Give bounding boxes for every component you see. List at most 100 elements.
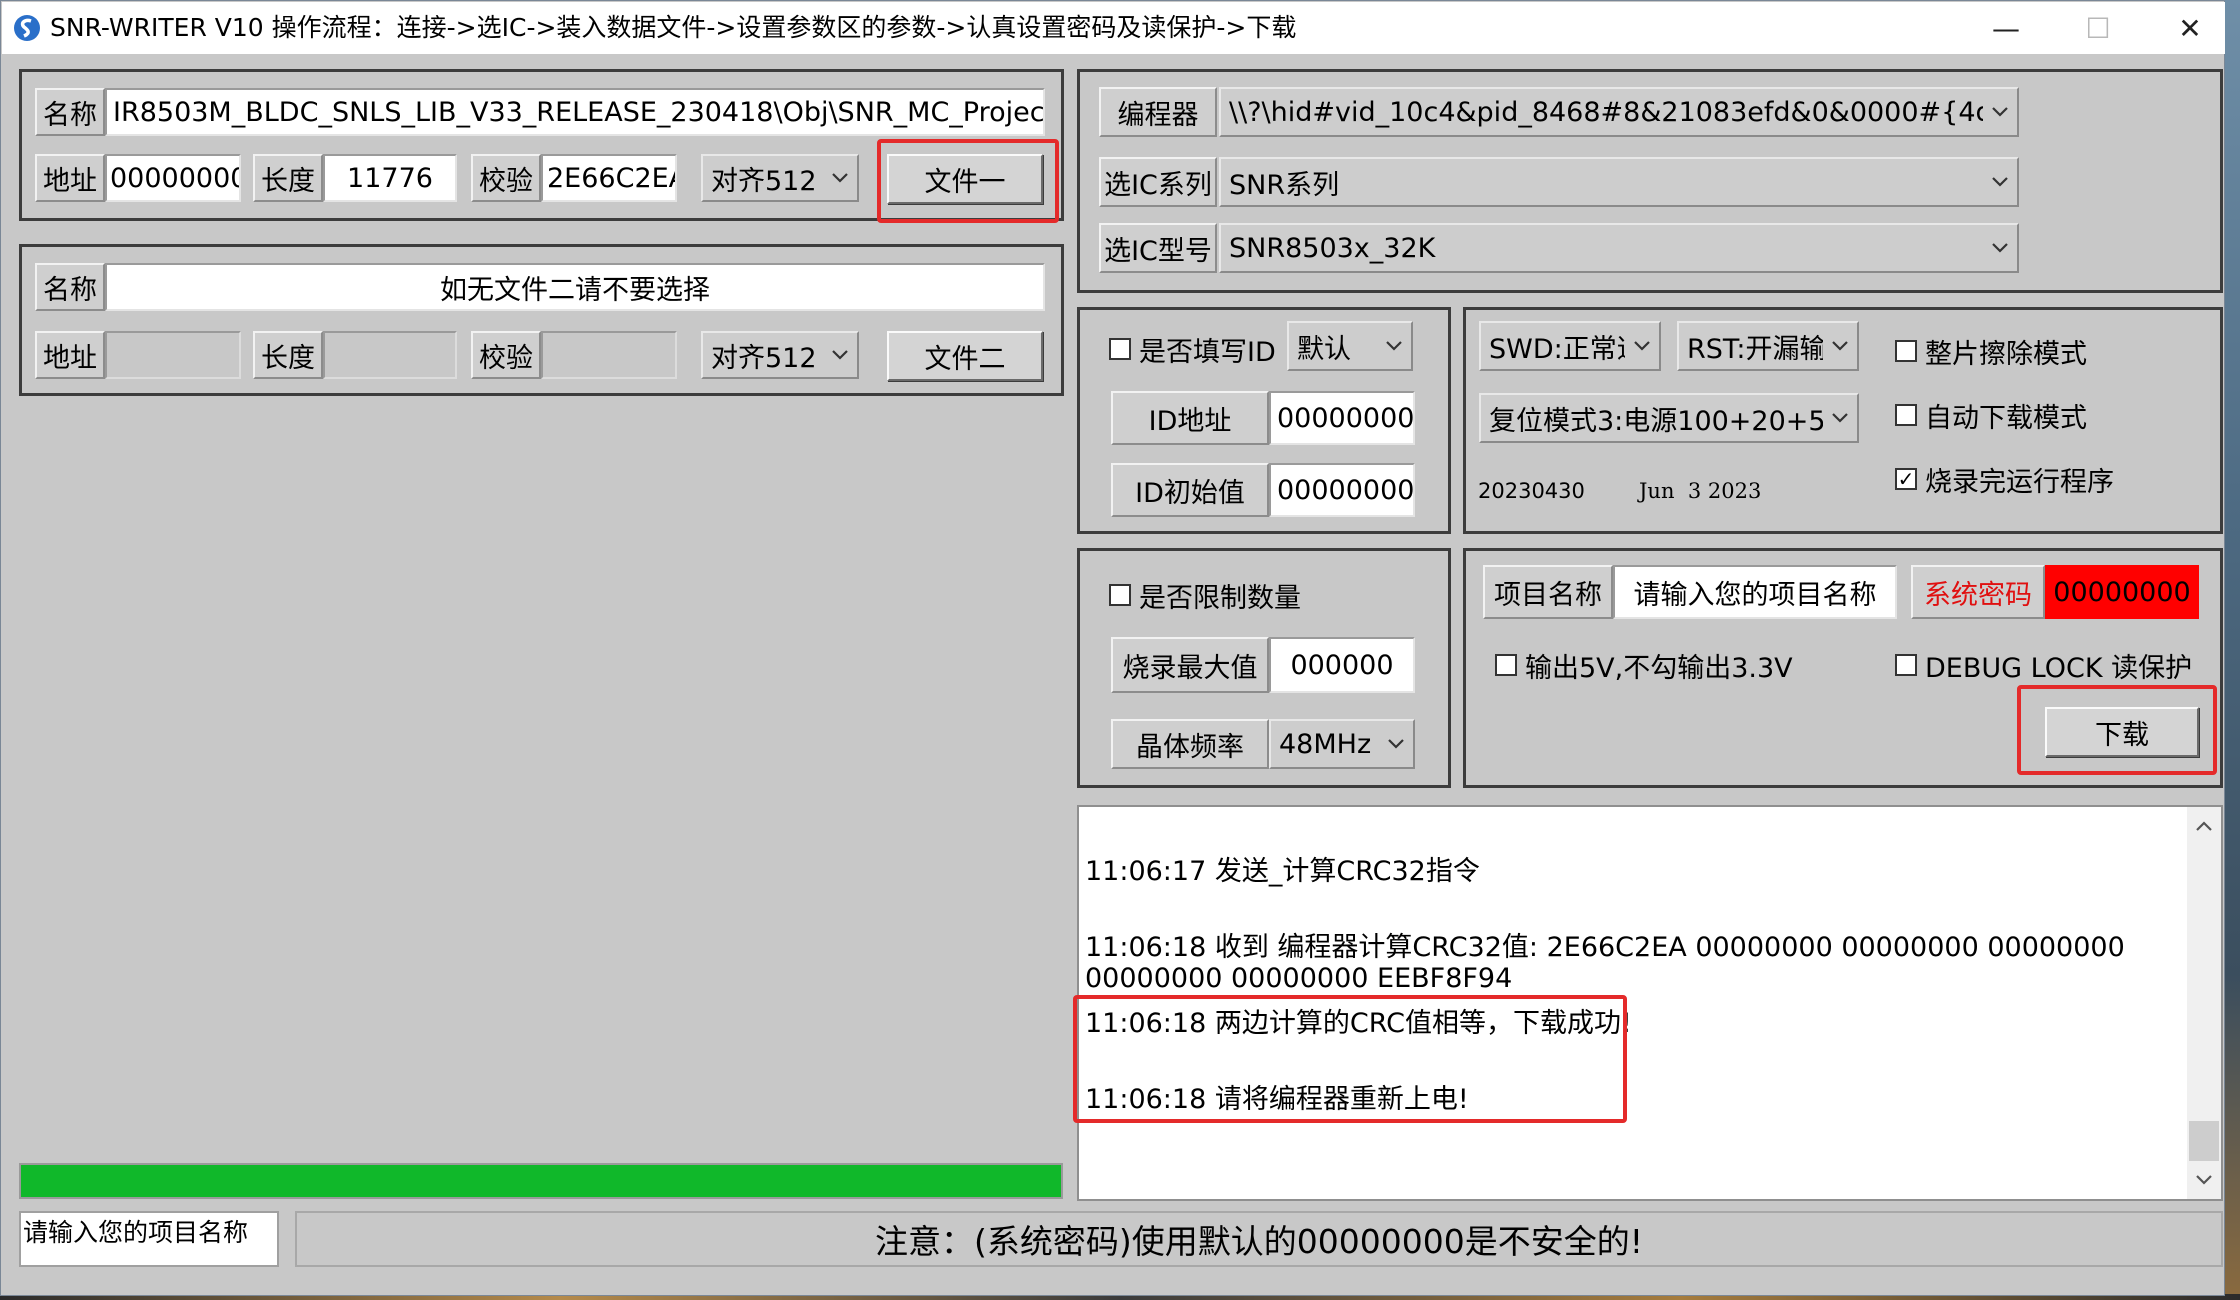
file2-crc-field[interactable] xyxy=(541,331,677,379)
write-id-checkbox[interactable]: 是否填写ID xyxy=(1109,329,1276,369)
file1-len-label: 长度 xyxy=(253,154,323,202)
write-id-label: 是否填写ID xyxy=(1139,336,1276,368)
auto-download-checkbox[interactable]: 自动下载模式 xyxy=(1895,397,2087,434)
chevron-down-icon xyxy=(1823,412,1857,424)
id-mode-value: 默认 xyxy=(1297,333,1351,365)
id-addr-field[interactable]: 00000000 xyxy=(1269,391,1415,445)
chevron-down-icon xyxy=(1823,340,1857,352)
ic-model-select[interactable]: SNR8503x_32K xyxy=(1219,223,2019,273)
file1-name-label: 名称 xyxy=(35,88,105,136)
project-name-label: 项目名称 xyxy=(1483,565,1613,619)
file1-name-field[interactable]: IR8503M_BLDC_SNLS_LIB_V33_RELEASE_230418… xyxy=(105,88,1045,136)
reset-mode-select[interactable]: 复位模式3:电源100+20+50 xyxy=(1479,393,1859,443)
output-5v-label: 输出5V,不勾输出3.3V xyxy=(1525,652,1793,684)
checkmark-icon: ✓ xyxy=(1895,468,1917,490)
run-after-checkbox[interactable]: ✓ 烧录完运行程序 xyxy=(1895,461,2114,498)
file2-addr-field[interactable] xyxy=(105,331,241,379)
scroll-thumb[interactable] xyxy=(2189,1121,2219,1161)
log-line: 11:06:18 收到 编程器计算CRC32值: 2E66C2EA 000000… xyxy=(1085,932,2125,963)
file1-align-value: 对齐512 xyxy=(711,165,817,197)
desktop-background xyxy=(2225,0,2240,1300)
ic-model-label: 选IC型号 xyxy=(1099,223,1217,273)
full-erase-checkbox[interactable]: 整片擦除模式 xyxy=(1895,333,2087,370)
file2-align-value: 对齐512 xyxy=(711,342,817,374)
file2-crc-label: 校验 xyxy=(471,331,541,379)
write-id-box xyxy=(1109,338,1131,360)
limit-checkbox[interactable]: 是否限制数量 xyxy=(1109,575,1301,615)
file2-button[interactable]: 文件二 xyxy=(887,331,1043,381)
password-field[interactable]: 00000000 xyxy=(2045,565,2199,619)
ic-series-select[interactable]: SNR系列 xyxy=(1219,157,2019,207)
rst-mode-select[interactable]: RST:开漏输出 xyxy=(1677,321,1859,371)
close-button[interactable]: ✕ xyxy=(2144,3,2236,53)
debug-lock-box xyxy=(1895,654,1917,676)
max-count-field[interactable]: 000000 xyxy=(1269,637,1415,693)
security-warning: 注意：(系统密码)使用默认的00000000是不安全的! xyxy=(295,1211,2223,1267)
reset-mode-value: 复位模式3:电源100+20+50 xyxy=(1489,405,1823,437)
ic-model-value: SNR8503x_32K xyxy=(1229,232,1436,264)
scroll-down-icon[interactable] xyxy=(2191,1167,2217,1193)
crystal-select[interactable]: 48MHz xyxy=(1269,719,1415,769)
limit-box xyxy=(1109,584,1131,606)
window-title: SNR-WRITER V10 操作流程：连接->选IC->装入数据文件->设置参… xyxy=(50,13,1297,42)
file1-addr-field[interactable]: 00000000 xyxy=(105,154,241,202)
chevron-down-icon xyxy=(1983,242,2017,254)
file1-align-select[interactable]: 对齐512 xyxy=(701,154,859,202)
file2-align-select[interactable]: 对齐512 xyxy=(701,331,859,379)
rst-mode-value: RST:开漏输出 xyxy=(1687,333,1823,365)
chevron-down-icon xyxy=(1377,340,1411,352)
output-5v-checkbox[interactable]: 输出5V,不勾输出3.3V xyxy=(1495,647,1793,684)
chevron-down-icon xyxy=(1625,340,1659,352)
progress-bar xyxy=(19,1163,1063,1199)
id-addr-label: ID地址 xyxy=(1111,391,1269,445)
file1-addr-label: 地址 xyxy=(35,154,105,202)
chevron-down-icon xyxy=(823,349,857,361)
debug-lock-checkbox[interactable]: DEBUG LOCK 读保护 xyxy=(1895,647,2193,684)
id-mode-select[interactable]: 默认 xyxy=(1287,321,1413,371)
log-line: 11:06:18 请将编程器重新上电! xyxy=(1085,1084,1469,1115)
programmer-label: 编程器 xyxy=(1099,87,1217,137)
status-project-name: 请输入您的项目名称 xyxy=(19,1211,279,1267)
progress-fill xyxy=(21,1165,1061,1197)
file2-name-field[interactable]: 如无文件二请不要选择 xyxy=(105,263,1045,311)
file1-len-field[interactable]: 11776 xyxy=(323,154,457,202)
app-logo-icon xyxy=(12,13,42,43)
file2-name-label: 名称 xyxy=(35,263,105,311)
minimize-button[interactable]: — xyxy=(1960,3,2052,53)
chevron-down-icon xyxy=(1983,176,2017,188)
scroll-up-icon[interactable] xyxy=(2191,813,2217,839)
swd-speed-select[interactable]: SWD:正常速 xyxy=(1479,321,1661,371)
chevron-down-icon xyxy=(1379,738,1413,750)
chevron-down-icon xyxy=(823,172,857,184)
file2-addr-label: 地址 xyxy=(35,331,105,379)
build-date-text: Jun 3 2023 xyxy=(1639,479,1762,503)
debug-lock-label: DEBUG LOCK 读保护 xyxy=(1925,652,2193,684)
id-init-field[interactable]: 00000000 xyxy=(1269,463,1415,517)
chevron-down-icon xyxy=(1983,106,2017,118)
app-window: SNR-WRITER V10 操作流程：连接->选IC->装入数据文件->设置参… xyxy=(0,0,2225,1296)
full-erase-label: 整片擦除模式 xyxy=(1925,338,2087,370)
auto-download-label: 自动下载模式 xyxy=(1925,402,2087,434)
maximize-button[interactable]: ☐ xyxy=(2052,3,2144,53)
limit-label: 是否限制数量 xyxy=(1139,582,1301,614)
run-after-label: 烧录完运行程序 xyxy=(1925,466,2114,498)
crystal-value: 48MHz xyxy=(1279,728,1372,760)
crystal-label: 晶体频率 xyxy=(1111,719,1269,769)
output-5v-box xyxy=(1495,654,1517,676)
programmer-value: \\?\hid#vid_10c4&pid_8468#8&21083efd&0&0… xyxy=(1229,96,1983,128)
file1-crc-label: 校验 xyxy=(471,154,541,202)
password-label: 系统密码 xyxy=(1911,565,2045,619)
file1-button[interactable]: 文件一 xyxy=(887,154,1043,204)
full-erase-box xyxy=(1895,340,1917,362)
download-button[interactable]: 下载 xyxy=(2045,707,2199,757)
log-line: 00000000 00000000 EEBF8F94 xyxy=(1085,963,1513,994)
file1-crc-field[interactable]: 2E66C2EA xyxy=(541,154,677,202)
title-bar[interactable]: SNR-WRITER V10 操作流程：连接->选IC->装入数据文件->设置参… xyxy=(2,2,2225,54)
swd-speed-value: SWD:正常速 xyxy=(1489,333,1625,365)
ic-series-value: SNR系列 xyxy=(1229,169,1340,201)
file2-len-field[interactable] xyxy=(323,331,457,379)
file2-len-label: 长度 xyxy=(253,331,323,379)
version-text: 20230430 xyxy=(1478,479,1585,503)
programmer-select[interactable]: \\?\hid#vid_10c4&pid_8468#8&21083efd&0&0… xyxy=(1219,87,2019,137)
project-name-input[interactable]: 请输入您的项目名称 xyxy=(1613,565,1897,619)
